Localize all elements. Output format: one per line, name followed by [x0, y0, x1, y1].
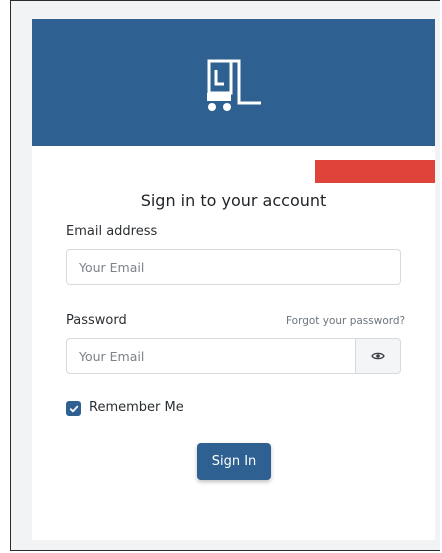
- checkmark-icon: [69, 405, 78, 412]
- email-label: Email address: [66, 224, 158, 239]
- forgot-password-link[interactable]: Forgot your password?: [286, 315, 405, 327]
- remember-me-label[interactable]: Remember Me: [89, 400, 184, 415]
- sign-in-button[interactable]: Sign In: [197, 443, 271, 480]
- email-field[interactable]: [66, 249, 401, 285]
- page-title: Sign in to your account: [140, 191, 327, 210]
- password-label: Password: [66, 313, 127, 328]
- card-header: [32, 19, 435, 146]
- login-card: Sign in to your account Email address Pa…: [32, 19, 435, 540]
- remember-me-checkbox[interactable]: [66, 401, 81, 416]
- eye-icon: [371, 352, 385, 360]
- error-banner: [315, 160, 435, 183]
- show-password-button[interactable]: [355, 338, 401, 374]
- password-field[interactable]: [66, 338, 356, 374]
- forklift-icon: [207, 59, 261, 111]
